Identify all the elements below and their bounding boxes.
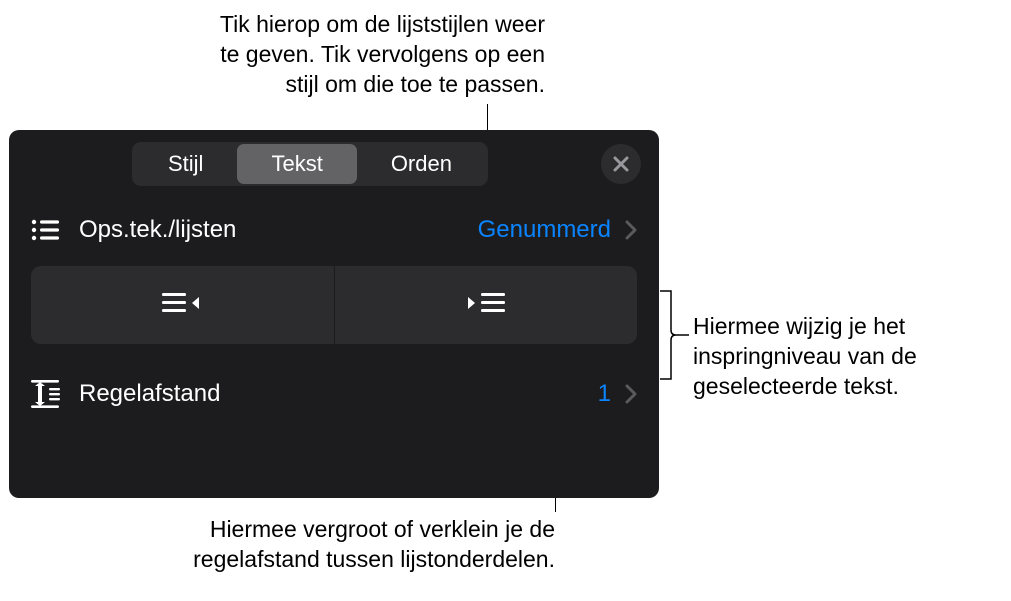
indent-button[interactable] [335, 266, 638, 344]
bullets-lists-label: Ops.tek./lijsten [79, 216, 236, 244]
bullets-lists-row[interactable]: Ops.tek./lijsten Genummerd [9, 198, 659, 262]
callout-text: Hiermee vergroot of verklein je de [105, 515, 555, 545]
callout-text: Tik hierop om de lijststijlen weer [155, 10, 545, 40]
tab-order[interactable]: Orden [357, 144, 486, 184]
close-button[interactable] [601, 144, 641, 184]
line-spacing-value: 1 [598, 380, 611, 408]
callout-top: Tik hierop om de lijststijlen weer te ge… [155, 10, 545, 100]
callout-text: stijl om die toe te passen. [155, 70, 545, 100]
format-panel: Stijl Tekst Orden Ops.tek./lijsten Genum… [9, 130, 659, 498]
chevron-right-icon [625, 384, 637, 404]
tab-segmented-control: Stijl Tekst Orden [132, 142, 488, 186]
callout-bottom: Hiermee vergroot of verklein je de regel… [105, 515, 555, 575]
panel-header: Stijl Tekst Orden [9, 130, 659, 198]
callout-bracket [659, 290, 691, 380]
line-spacing-label: Regelafstand [79, 380, 220, 408]
callout-text: regelafstand tussen lijstonderdelen. [105, 545, 555, 575]
outdent-icon [162, 291, 202, 319]
callout-text: Hiermee wijzig je het [693, 312, 993, 342]
line-spacing-icon [31, 380, 79, 408]
tab-style[interactable]: Stijl [134, 144, 237, 184]
chevron-right-icon [625, 220, 637, 240]
close-icon [612, 155, 630, 173]
tab-text[interactable]: Tekst [237, 144, 356, 184]
indent-button-group [31, 266, 637, 344]
bullets-lists-value: Genummerd [478, 216, 611, 244]
callout-text: inspringniveau van de [693, 342, 993, 372]
line-spacing-row[interactable]: Regelafstand 1 [9, 362, 659, 426]
callout-right: Hiermee wijzig je het inspringniveau van… [693, 312, 993, 402]
callout-text: geselecteerde tekst. [693, 372, 993, 402]
indent-icon [466, 291, 506, 319]
outdent-button[interactable] [31, 266, 335, 344]
list-icon [31, 218, 79, 242]
callout-text: te geven. Tik vervolgens op een [155, 40, 545, 70]
